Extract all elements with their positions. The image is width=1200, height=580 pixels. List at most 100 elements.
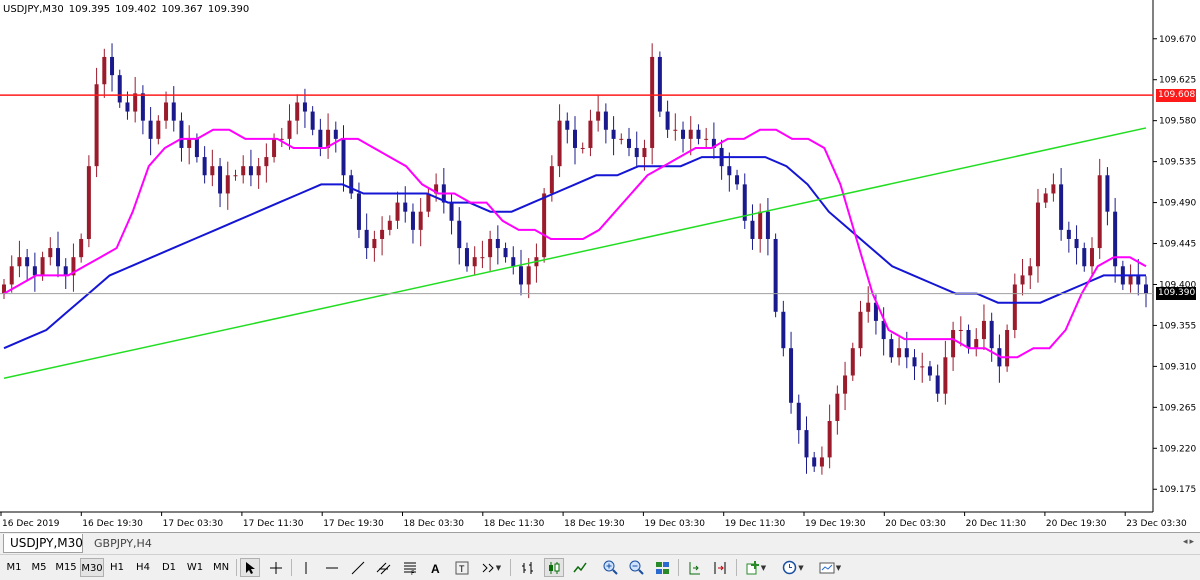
candle-body bbox=[927, 366, 932, 376]
candle-body bbox=[341, 138, 346, 176]
candle-body bbox=[750, 220, 755, 239]
candle-body bbox=[110, 56, 115, 76]
ohlc-readout: USDJPY,M30 109.395 109.402 109.367 109.390 bbox=[3, 4, 254, 15]
channel-icon[interactable] bbox=[374, 558, 394, 577]
candle-body bbox=[63, 266, 68, 276]
candle-body bbox=[596, 111, 601, 121]
toolbar-separator bbox=[236, 559, 237, 576]
candle-body bbox=[495, 238, 500, 249]
candle-body bbox=[627, 138, 632, 148]
candle-body bbox=[989, 320, 994, 349]
candle-body bbox=[812, 457, 817, 467]
timeframe-d1[interactable]: D1 bbox=[158, 558, 180, 577]
tab-gbpjpy-h4[interactable]: GBPJPY,H4 bbox=[88, 534, 160, 553]
candle-body bbox=[688, 129, 693, 139]
candle-body bbox=[372, 238, 377, 249]
candle-body bbox=[94, 84, 99, 167]
timeframe-m1[interactable]: M1 bbox=[4, 558, 24, 577]
timeframe-m5[interactable]: M5 bbox=[28, 558, 50, 577]
candle-body bbox=[789, 348, 794, 403]
horizontal-line-icon[interactable] bbox=[322, 558, 342, 577]
candle-body bbox=[241, 166, 246, 176]
candle-body bbox=[210, 166, 215, 176]
timeframe-m15[interactable]: M15 bbox=[53, 558, 79, 577]
templates-menu-icon[interactable]: ▼ bbox=[814, 558, 846, 577]
candle-body bbox=[140, 93, 145, 121]
candle-body bbox=[557, 120, 562, 167]
timeframe-mn[interactable]: MN bbox=[209, 558, 233, 577]
candle-body bbox=[920, 366, 925, 368]
price-axis-label: 109.355 bbox=[1159, 321, 1196, 331]
candle-body bbox=[1082, 248, 1087, 267]
candle-body bbox=[1012, 284, 1017, 330]
zoom-in-icon[interactable] bbox=[600, 558, 620, 577]
svg-text:F: F bbox=[411, 570, 415, 575]
candle-body bbox=[1136, 275, 1141, 285]
chart-shift-icon[interactable] bbox=[684, 558, 704, 577]
price-chart[interactable]: 109.670 109.625 109.580 109.535 109.490 109.4… bbox=[0, 0, 1200, 532]
chart-area[interactable]: 109.670 109.625 109.580 109.535 109.490 109.4… bbox=[0, 0, 1200, 532]
candle-body bbox=[1005, 329, 1010, 367]
candle-body bbox=[395, 202, 400, 221]
candle-body bbox=[1144, 284, 1148, 294]
candle-body bbox=[418, 211, 423, 230]
trendline-icon[interactable] bbox=[348, 558, 368, 577]
candle-body bbox=[318, 129, 323, 148]
candle-body bbox=[333, 129, 338, 139]
candle-body bbox=[866, 302, 871, 312]
timeframe-h1[interactable]: H1 bbox=[106, 558, 128, 577]
bar-chart-icon[interactable] bbox=[518, 558, 538, 577]
time-axis-label: 17 Dec 19:30 bbox=[323, 519, 384, 529]
text-box-icon[interactable]: T bbox=[452, 558, 472, 577]
candle-body bbox=[981, 320, 986, 340]
candle-body bbox=[426, 193, 431, 212]
candle-body bbox=[642, 147, 647, 158]
current-price-tag: 109.390 bbox=[1156, 287, 1196, 301]
candle-body bbox=[1043, 193, 1048, 203]
arrows-menu-icon[interactable]: ▼ bbox=[478, 558, 504, 577]
tab-scroll-arrows[interactable]: ◂▸ bbox=[1183, 537, 1196, 547]
candle-body bbox=[549, 166, 554, 194]
candle-body bbox=[9, 266, 14, 285]
cursor-tool-icon[interactable] bbox=[240, 558, 260, 577]
autoscroll-icon[interactable] bbox=[710, 558, 730, 577]
candle-body bbox=[611, 129, 616, 139]
price-axis-label: 109.220 bbox=[1159, 444, 1196, 454]
time-axis-label: 18 Dec 11:30 bbox=[484, 519, 545, 529]
bottom-toolbar: M1 M5 M15 M30 H1 H4 D1 W1 MN F A T ▼ ▼ ▼… bbox=[0, 554, 1200, 580]
zoom-out-icon[interactable] bbox=[626, 558, 646, 577]
timeframe-h4[interactable]: H4 bbox=[132, 558, 154, 577]
candle-body bbox=[1028, 266, 1033, 276]
line-chart-icon[interactable] bbox=[570, 558, 590, 577]
periods-clock-icon[interactable]: ▼ bbox=[778, 558, 808, 577]
crosshair-icon[interactable] bbox=[266, 558, 286, 577]
candle-body bbox=[804, 430, 809, 458]
fibonacci-icon[interactable]: F bbox=[400, 558, 420, 577]
tile-windows-icon[interactable] bbox=[652, 558, 672, 577]
tab-usdjpy-m30[interactable]: USDJPY,M30 bbox=[3, 534, 83, 553]
candle-body bbox=[619, 138, 624, 140]
candle-body bbox=[796, 402, 801, 431]
indicators-menu-icon[interactable]: ▼ bbox=[742, 558, 770, 577]
candle-body bbox=[974, 339, 979, 349]
candle-body bbox=[403, 202, 408, 212]
candle-body bbox=[1051, 184, 1056, 194]
candle-body bbox=[951, 329, 956, 358]
candle-body bbox=[565, 120, 570, 130]
time-axis-label: 19 Dec 03:30 bbox=[644, 519, 705, 529]
price-axis-label: 109.175 bbox=[1159, 485, 1196, 495]
candle-body bbox=[573, 129, 577, 148]
candle-body bbox=[202, 157, 207, 176]
text-label-icon[interactable]: A bbox=[426, 558, 446, 577]
candle-body bbox=[958, 329, 963, 331]
candlestick-chart-icon[interactable] bbox=[544, 558, 564, 577]
candle-body bbox=[349, 175, 354, 194]
candle-body bbox=[1066, 229, 1071, 239]
timeframe-m30[interactable]: M30 bbox=[80, 558, 104, 577]
vertical-line-icon[interactable] bbox=[296, 558, 316, 577]
timeframe-w1[interactable]: W1 bbox=[184, 558, 206, 577]
price-axis-label: 109.445 bbox=[1159, 240, 1196, 250]
chart-tabs-bar: USDJPY,M30 GBPJPY,H4 ◂▸ bbox=[0, 532, 1200, 554]
time-axis-label: 23 Dec 03:30 bbox=[1126, 519, 1187, 529]
candle-body bbox=[758, 211, 763, 239]
